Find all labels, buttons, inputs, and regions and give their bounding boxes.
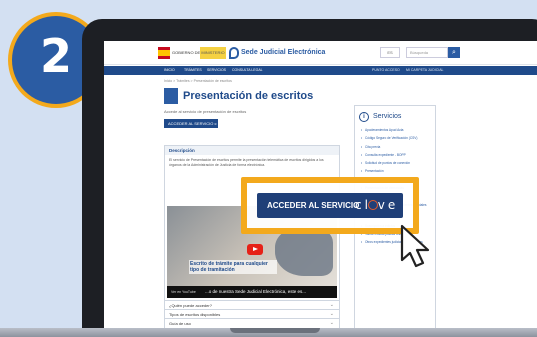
sidebar-item[interactable]: Apoderamientos Apud Acta <box>361 128 435 133</box>
nav-item-servicios[interactable]: SERVICIOS <box>207 68 226 72</box>
description-heading[interactable]: Descripción <box>165 146 339 155</box>
map-graphic <box>275 228 333 276</box>
search-icon: ⌕ <box>452 49 456 56</box>
nav-item-carpeta[interactable]: MI CARPETA JUDICIAL <box>406 68 443 72</box>
laptop-frame: GOBIERNO DE ESPAÑA MINISTERIO Sede Judic… <box>82 19 537 337</box>
accordion-item[interactable]: Tipos de escritos disponibles ⌄ <box>165 309 339 318</box>
nav-item-consulta[interactable]: CONSULTA LEGAL <box>232 68 263 72</box>
browser-screen: GOBIERNO DE ESPAÑA MINISTERIO Sede Judic… <box>104 41 537 331</box>
breadcrumb[interactable]: Inicio > Trámites > Presentación de escr… <box>164 79 232 83</box>
play-icon[interactable] <box>247 244 263 255</box>
sidebar-item[interactable]: Código Seguro de Verificación (CSV) <box>361 136 435 141</box>
ministry-label: MINISTERIO <box>200 47 226 59</box>
chevron-down-icon: ⌄ <box>329 320 334 326</box>
language-select[interactable]: ES <box>380 47 400 58</box>
access-service-label: ACCEDER AL SERVICIO <box>267 201 360 210</box>
info-icon: i <box>359 112 369 122</box>
accordion-label: ¿Quién puede acceder? <box>169 303 212 308</box>
access-service-button-small[interactable]: ACCEDER AL SERVICIO c l@ v e <box>164 119 218 135</box>
accordion-label: Guía de uso <box>169 321 191 326</box>
cta-highlight-box: ACCEDER AL SERVICIO cl ve <box>241 177 419 234</box>
nav-item-punto-acceso[interactable]: PUNTO ACCESO <box>372 68 400 72</box>
accordion-item[interactable]: Guía de uso ⌄ <box>165 318 339 327</box>
site-logo-icon <box>229 47 239 59</box>
sidebar-item[interactable]: Presentación <box>361 169 435 174</box>
nav-item-tramites[interactable]: TRÁMITES <box>184 68 202 72</box>
mouse-cursor-icon <box>400 224 430 268</box>
search-button[interactable]: ⌕ <box>448 47 460 58</box>
access-service-button[interactable]: ACCEDER AL SERVICIO cl ve <box>257 193 403 218</box>
accordion-label: Tipos de escritos disponibles <box>169 312 221 317</box>
main-nav: INICIO TRÁMITES SERVICIOS CONSULTA LEGAL… <box>104 66 537 75</box>
video-caption: Escrito de trámite para cualquier tipo d… <box>189 260 277 274</box>
search-input[interactable]: Búsqueda <box>406 47 448 58</box>
sidebar-title: Servicios <box>373 113 402 120</box>
sidebar-item[interactable]: Consulta expediente - BOPP <box>361 153 435 158</box>
sidebar-item[interactable]: Cita previa <box>361 145 435 150</box>
site-title[interactable]: Sede Judicial Electrónica <box>241 49 325 56</box>
nav-item-inicio[interactable]: INICIO <box>164 68 175 72</box>
spain-flag-icon <box>158 47 170 59</box>
site-header: GOBIERNO DE ESPAÑA MINISTERIO Sede Judic… <box>104 41 537 65</box>
clave-logo-icon <box>368 200 378 210</box>
page-title: Presentación de escritos <box>183 90 314 102</box>
accordion-item[interactable]: ¿Quién puede acceder? ⌄ <box>165 300 339 309</box>
sidebar-item[interactable]: Solicitud de puntos de conexión <box>361 161 435 166</box>
description-text: El servicio de Presentación de escritos … <box>169 158 324 167</box>
youtube-link[interactable]: Ver en YouTube <box>171 286 196 298</box>
laptop-notch <box>230 328 320 333</box>
page-intro: Accede al servicio de presentación de es… <box>164 109 247 114</box>
document-icon <box>164 88 178 104</box>
